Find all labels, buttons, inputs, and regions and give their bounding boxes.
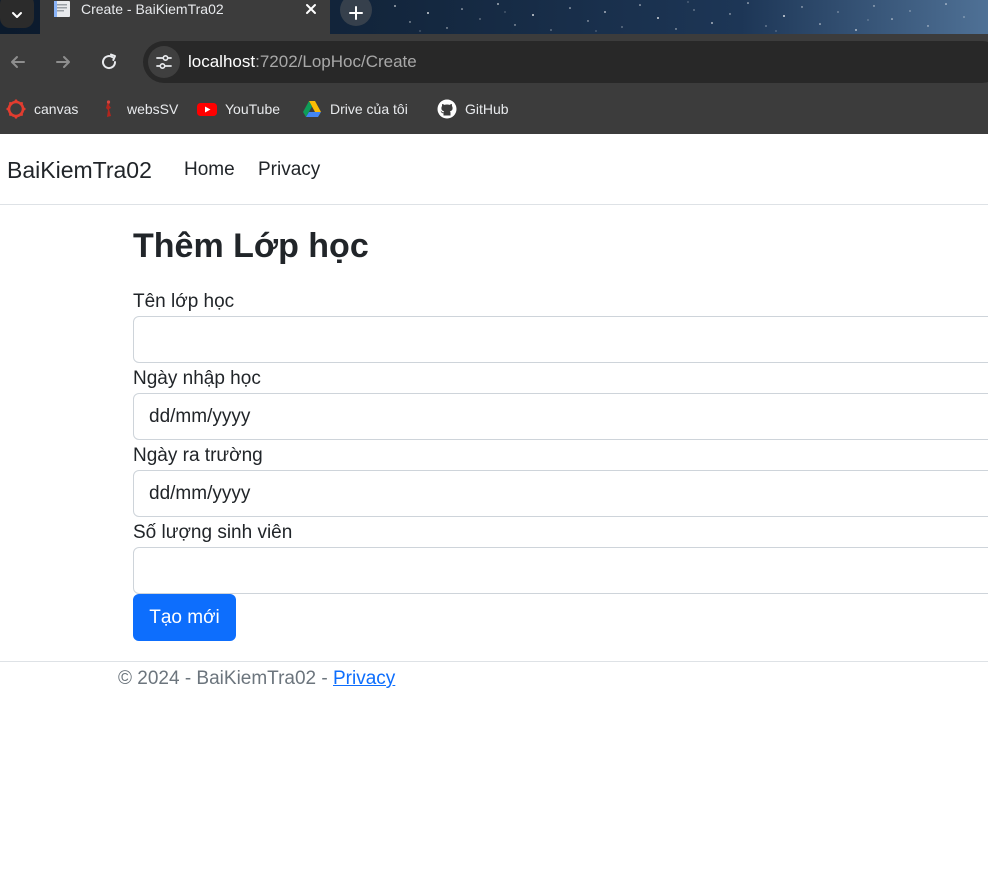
footer-copyright: © 2024 - BaiKiemTra02 - xyxy=(118,668,333,689)
submit-button[interactable]: Tạo mới xyxy=(133,594,236,641)
footer-text: © 2024 - BaiKiemTra02 - Privacy xyxy=(118,668,395,690)
url-path: :7202/LopHoc/Create xyxy=(255,52,417,71)
site-navbar: BaiKiemTra02 Home Privacy xyxy=(0,134,988,205)
bookmark-label: Drive của tôi xyxy=(330,101,408,117)
navbar-brand[interactable]: BaiKiemTra02 xyxy=(7,156,152,184)
bookmark-label: websSV xyxy=(127,101,179,117)
google-drive-icon xyxy=(302,99,322,119)
so-luong-sinh-vien-input[interactable] xyxy=(133,547,988,594)
forward-button[interactable] xyxy=(51,50,75,74)
field-label-ngay-ra-truong: Ngày ra trường xyxy=(133,445,263,466)
bookmark-google-drive[interactable]: Drive của tôi xyxy=(302,99,408,119)
bookmark-webssv[interactable]: websSV xyxy=(99,99,178,119)
reload-icon xyxy=(102,53,117,70)
tab-search-button[interactable] xyxy=(0,0,34,28)
reload-button[interactable] xyxy=(97,50,121,74)
canvas-icon xyxy=(6,99,26,119)
tab-title: Create - BaiKiemTra02 xyxy=(81,1,224,17)
bookmark-label: GitHub xyxy=(465,101,509,117)
bookmarks-bar: canvas websSV YouTube Drive của tôi GitH… xyxy=(0,90,988,134)
field-label-ngay-nhap-hoc: Ngày nhập học xyxy=(133,368,261,389)
address-bar[interactable]: localhost:7202/LopHoc/Create xyxy=(143,41,988,83)
nav-link-home[interactable]: Home xyxy=(184,159,235,181)
back-button[interactable] xyxy=(6,50,30,74)
ngay-ra-truong-date-input[interactable]: dd/mm/yyyy xyxy=(133,470,988,517)
close-icon[interactable] xyxy=(303,1,319,17)
site-info-button[interactable] xyxy=(148,46,180,78)
bookmark-canvas[interactable]: canvas xyxy=(6,99,78,119)
date-placeholder: dd/mm/yyyy xyxy=(149,483,251,504)
youtube-icon xyxy=(197,99,217,119)
url-text: localhost:7202/LopHoc/Create xyxy=(188,52,417,72)
nav-link-privacy[interactable]: Privacy xyxy=(258,159,320,181)
bookmark-label: canvas xyxy=(34,101,79,117)
webssv-icon xyxy=(99,99,119,119)
github-icon xyxy=(437,99,457,119)
bookmark-label: YouTube xyxy=(225,101,281,117)
browser-toolbar: localhost:7202/LopHoc/Create xyxy=(0,34,988,90)
plus-icon xyxy=(349,6,363,20)
tune-icon xyxy=(156,54,172,70)
ngay-nhap-hoc-date-input[interactable]: dd/mm/yyyy xyxy=(133,393,988,440)
bookmark-github[interactable]: GitHub xyxy=(437,99,509,119)
page-title: Thêm Lớp học xyxy=(133,227,369,265)
arrow-right-icon xyxy=(56,56,70,68)
url-host: localhost xyxy=(188,52,256,71)
browser-tab-strip: Create - BaiKiemTra02 xyxy=(0,0,988,34)
footer-privacy-link[interactable]: Privacy xyxy=(333,668,395,689)
arrow-left-icon xyxy=(11,56,25,68)
field-label-so-luong-sinh-vien: Số lượng sinh viên xyxy=(133,522,293,543)
date-placeholder: dd/mm/yyyy xyxy=(149,406,251,427)
site-footer: © 2024 - BaiKiemTra02 - Privacy xyxy=(0,661,988,701)
field-label-ten-lop-hoc: Tên lớp học xyxy=(133,291,235,312)
page-favicon-icon xyxy=(54,1,70,17)
browser-tab-active[interactable]: Create - BaiKiemTra02 xyxy=(40,0,330,34)
bookmark-youtube[interactable]: YouTube xyxy=(197,99,280,119)
ten-lop-hoc-input[interactable] xyxy=(133,316,988,363)
chevron-down-icon xyxy=(12,12,22,18)
